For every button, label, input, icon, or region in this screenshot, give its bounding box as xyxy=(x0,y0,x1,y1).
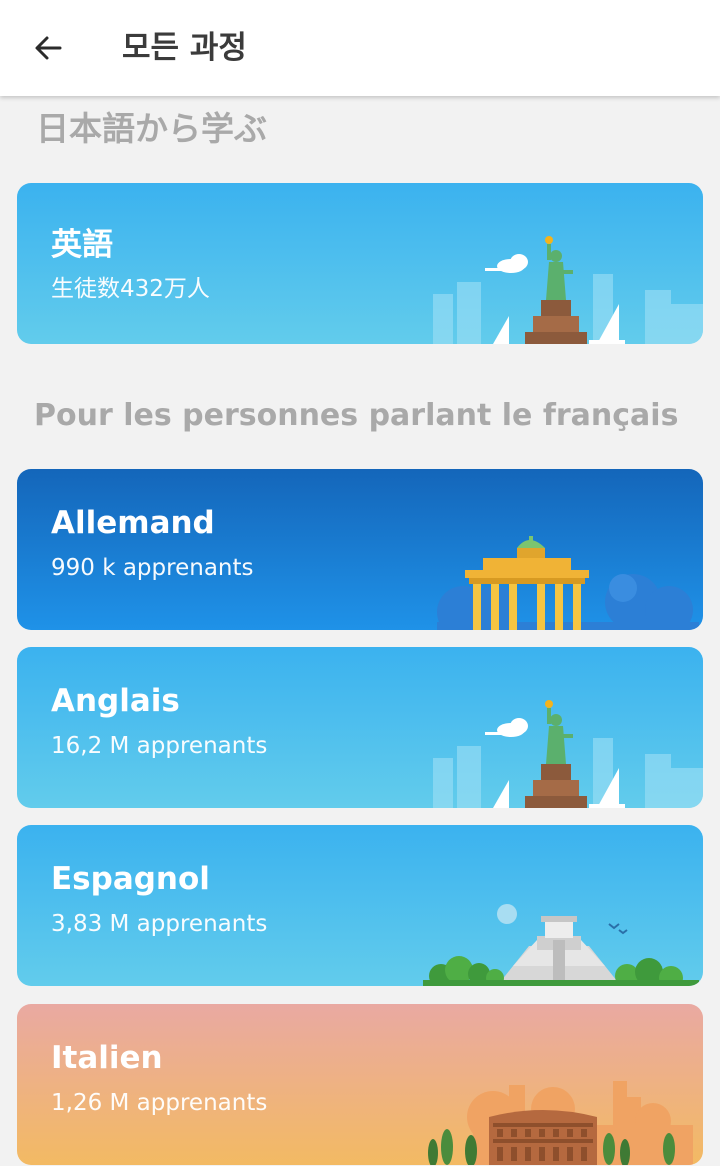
course-name: Anglais xyxy=(51,683,180,719)
course-card-english-ja[interactable]: 英語 生徒数432万人 xyxy=(17,183,703,344)
course-learner-count: 16,2 M apprenants xyxy=(51,733,268,759)
course-learner-count: 3,83 M apprenants xyxy=(51,911,268,937)
course-name: 英語 xyxy=(51,227,113,263)
statue-of-liberty-illustration xyxy=(433,700,703,808)
course-card-english-fr[interactable]: Anglais 16,2 M apprenants xyxy=(17,647,703,808)
course-card-italian[interactable]: Italien 1,26 M apprenants xyxy=(17,1004,703,1165)
course-learner-count: 990 k apprenants xyxy=(51,555,254,581)
arrow-left-icon xyxy=(35,36,62,60)
colosseum-illustration xyxy=(428,1081,693,1165)
course-card-spanish[interactable]: Espagnol 3,83 M apprenants xyxy=(17,825,703,986)
section-title-japanese: 日本語から学ぶ xyxy=(36,109,267,148)
course-name: Allemand xyxy=(51,505,215,541)
course-card-german[interactable]: Allemand 990 k apprenants xyxy=(17,469,703,630)
app-bar: 모든 과정 xyxy=(0,0,720,96)
course-name: Italien xyxy=(51,1040,163,1076)
statue-of-liberty-illustration xyxy=(433,236,703,344)
course-learner-count: 生徒数432万人 xyxy=(51,276,210,302)
mayan-pyramid-illustration xyxy=(423,904,699,986)
course-learner-count: 1,26 M apprenants xyxy=(51,1090,268,1116)
course-name: Espagnol xyxy=(51,861,210,897)
brandenburg-gate-illustration xyxy=(437,536,699,630)
page-title: 모든 과정 xyxy=(122,30,247,66)
section-title-french: Pour les personnes parlant le français xyxy=(34,398,679,433)
back-button[interactable] xyxy=(22,24,74,72)
